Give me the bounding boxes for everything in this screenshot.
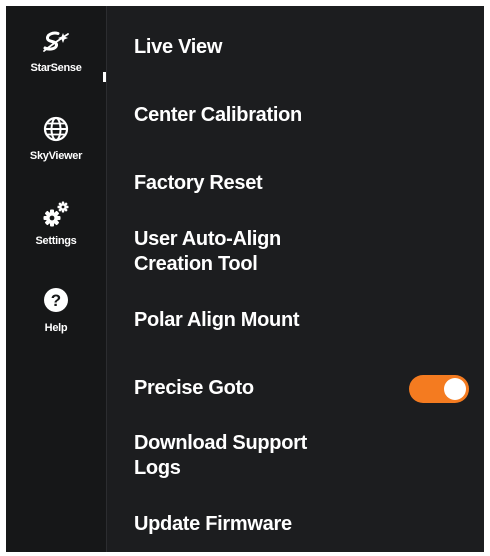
menu-item-user-auto-align[interactable]: User Auto-Align Creation Tool — [134, 227, 281, 277]
rail-item-label: Help — [44, 322, 68, 334]
gears-icon — [43, 201, 69, 227]
menu-item-label: Live View — [134, 36, 223, 58]
settings-menu-panel: Live View Center Calibration Factory Res… — [106, 6, 484, 552]
svg-text:?: ? — [51, 291, 61, 310]
menu-item-update-firmware[interactable]: Update Firmware — [134, 512, 292, 537]
menu-item-label-line1: User Auto-Align — [134, 228, 281, 250]
menu-item-label-line1: Download Support — [134, 432, 307, 454]
menu-item-label-line2: Creation Tool — [134, 253, 258, 275]
menu-item-factory-reset[interactable]: Factory Reset — [134, 171, 263, 196]
toggle-knob — [444, 378, 466, 400]
menu-item-label: Precise Goto — [134, 377, 254, 399]
starsense-icon — [43, 31, 69, 52]
menu-item-label: Factory Reset — [134, 172, 263, 194]
rail-item-label: Settings — [35, 235, 77, 247]
rail-item-help[interactable]: ? Help — [6, 286, 106, 334]
app-window: StarSense SkyViewer Settings ? Help Live… — [6, 6, 484, 552]
menu-item-center-calibration[interactable]: Center Calibration — [134, 103, 302, 128]
menu-item-label-line2: Logs — [134, 457, 181, 479]
rail-item-settings[interactable]: Settings — [6, 199, 106, 247]
precise-goto-toggle[interactable] — [409, 375, 469, 403]
menu-item-precise-goto: Precise Goto — [134, 376, 254, 401]
menu-item-label: Center Calibration — [134, 104, 302, 126]
menu-item-polar-align-mount[interactable]: Polar Align Mount — [134, 308, 300, 333]
rail-item-label: StarSense — [30, 62, 82, 74]
menu-item-label: Update Firmware — [134, 513, 292, 535]
icon-rail: StarSense SkyViewer Settings ? Help — [6, 6, 106, 552]
menu-item-download-support-logs[interactable]: Download Support Logs — [134, 431, 307, 481]
rail-item-starsense[interactable]: StarSense — [6, 26, 106, 74]
help-icon: ? — [44, 288, 68, 312]
globe-icon — [43, 116, 69, 142]
menu-item-live-view[interactable]: Live View — [134, 35, 222, 60]
menu-item-label: Polar Align Mount — [134, 309, 300, 331]
rail-item-skyviewer[interactable]: SkyViewer — [6, 114, 106, 162]
rail-item-label: SkyViewer — [29, 150, 83, 162]
